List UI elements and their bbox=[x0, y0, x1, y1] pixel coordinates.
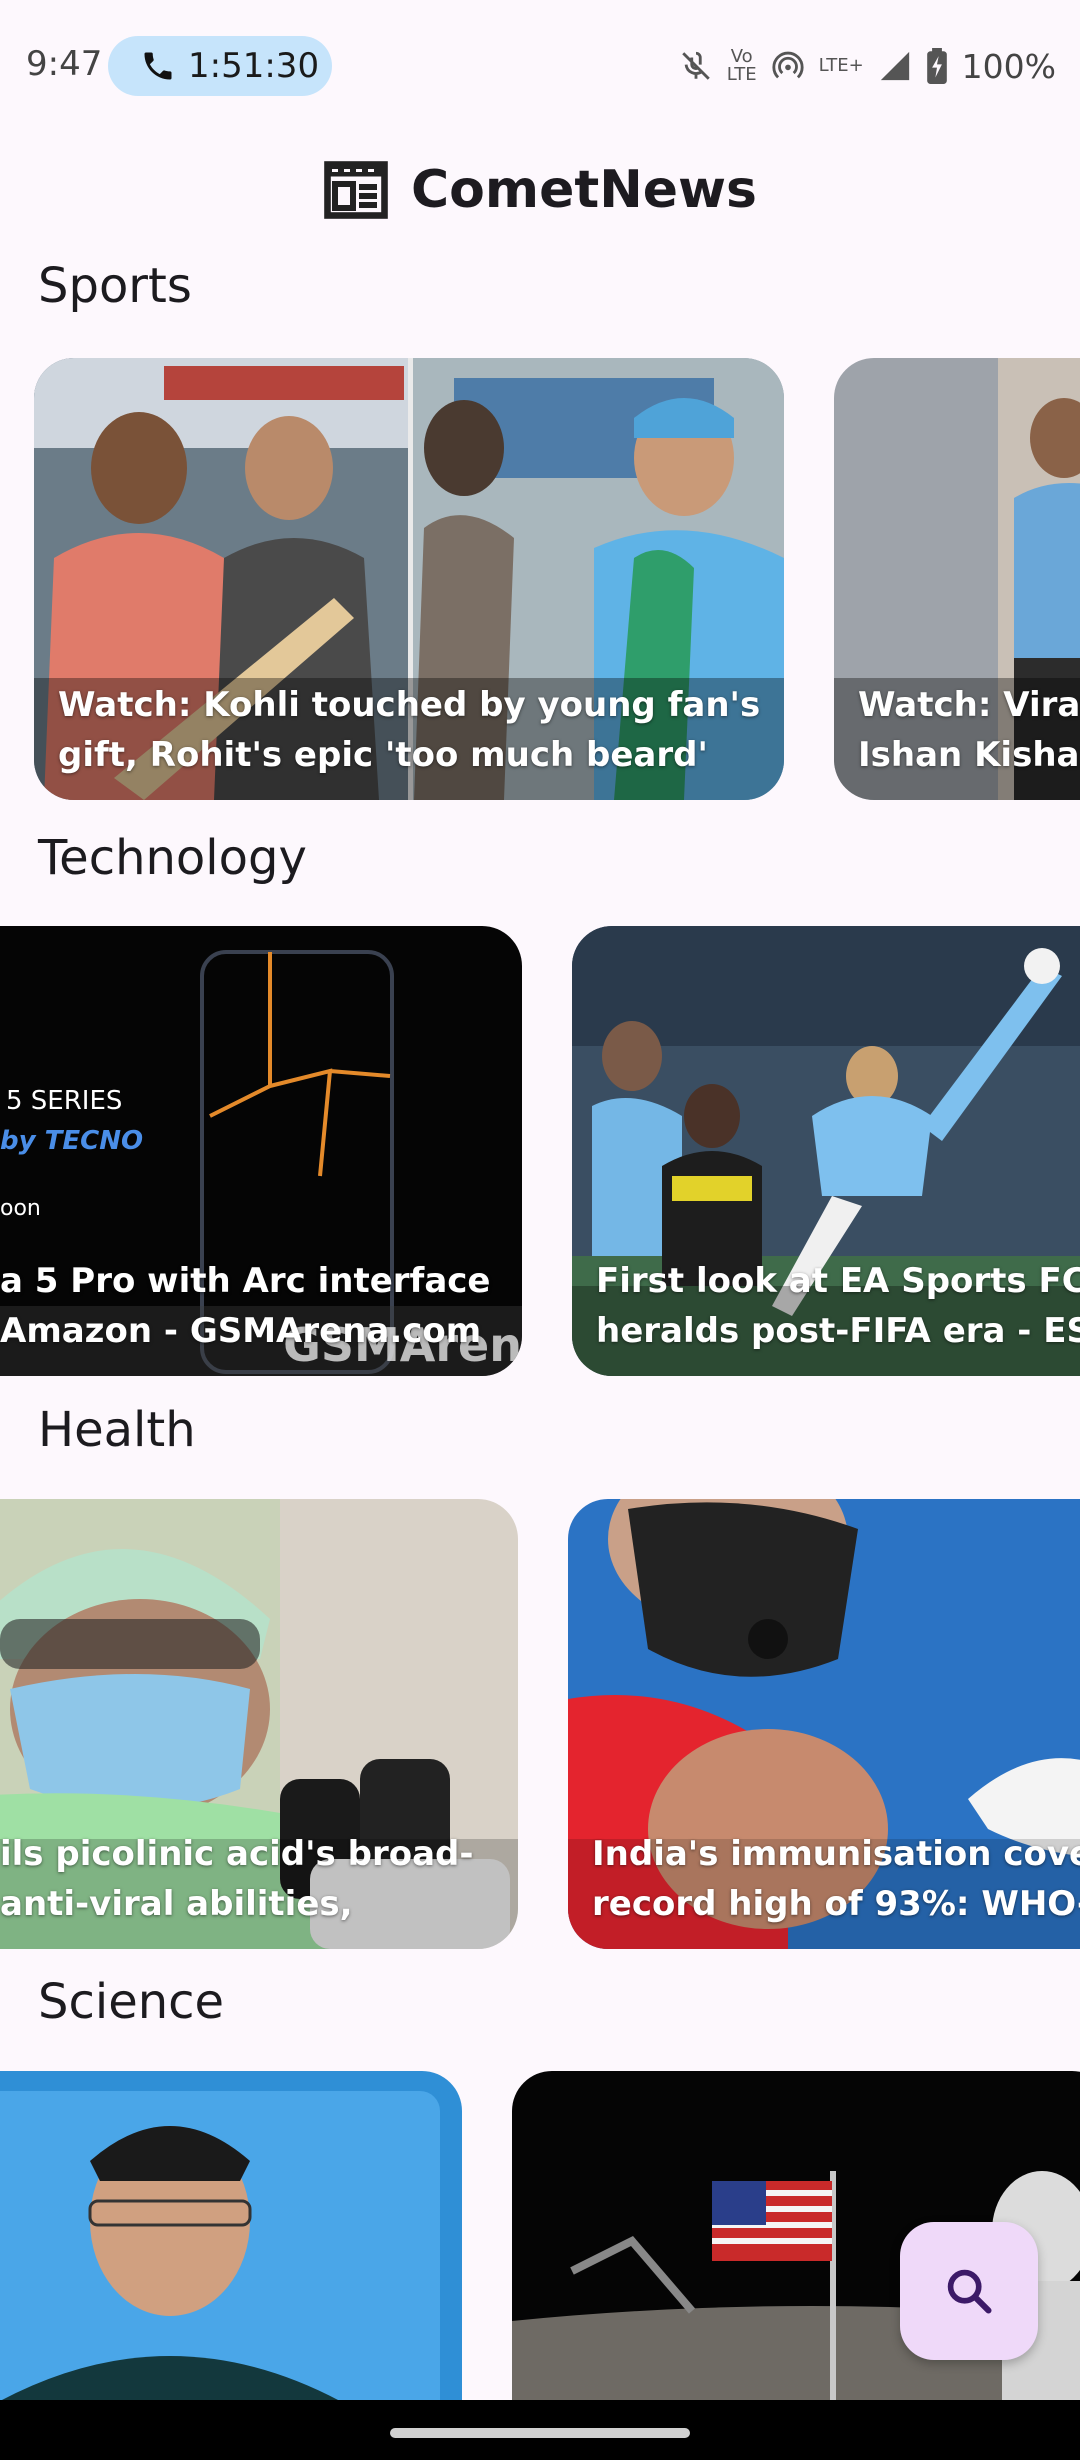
news-card[interactable]: Watch: Virat Ishan Kishan bbox=[834, 358, 1080, 800]
news-card[interactable] bbox=[0, 2071, 462, 2401]
phone-icon bbox=[144, 52, 172, 80]
news-card[interactable]: ils picolinic acid's broad- anti-viral a… bbox=[0, 1499, 518, 1949]
image-text: by TECNO bbox=[0, 1126, 144, 1156]
card-headline: ils picolinic acid's broad- anti-viral a… bbox=[0, 1834, 474, 1924]
sports-carousel[interactable]: Watch: Kohli touched by young fan's gift… bbox=[0, 358, 1080, 800]
news-card[interactable]: Watch: Kohli touched by young fan's gift… bbox=[34, 358, 784, 800]
card-headline: First look at EA Sports FC 24 heralds po… bbox=[596, 1261, 1080, 1351]
image-text: 5 SERIES bbox=[6, 1086, 123, 1116]
news-card[interactable]: 5 SERIES by TECNO oon GSMAren a 5 Pro wi… bbox=[0, 926, 522, 1376]
app-title: CometNews bbox=[411, 160, 757, 220]
app-header: CometNews bbox=[0, 150, 1080, 230]
card-headline: a 5 Pro with Arc interface Amazon - GSMA… bbox=[0, 1261, 491, 1351]
volte-indicator: Vo LTE bbox=[726, 46, 757, 85]
lte-indicator: LTE+ bbox=[818, 55, 864, 76]
section-title-health: Health bbox=[38, 1402, 196, 1458]
technology-carousel[interactable]: 5 SERIES by TECNO oon GSMAren a 5 Pro wi… bbox=[0, 926, 1080, 1376]
ongoing-call-chip[interactable]: 1:51:30 bbox=[108, 36, 332, 96]
card-headline: Watch: Virat Ishan Kishan bbox=[858, 685, 1080, 775]
news-card[interactable]: First look at EA Sports FC 24 heralds po… bbox=[572, 926, 1080, 1376]
battery-percent: 100% bbox=[961, 46, 1056, 86]
home-gesture-handle[interactable] bbox=[390, 2428, 690, 2438]
status-time: 9:47 bbox=[26, 44, 103, 84]
mute-icon bbox=[681, 51, 710, 80]
status-bar: 9:47 1:51:30 Vo LTE LTE+ 100% bbox=[0, 0, 1080, 130]
card-headline: Watch: Kohli touched by young fan's gift… bbox=[58, 685, 761, 775]
card-headline: India's immunisation cove record high of… bbox=[592, 1834, 1080, 1924]
image-text: oon bbox=[0, 1196, 41, 1221]
section-title-sports: Sports bbox=[38, 258, 192, 314]
battery-icon bbox=[926, 48, 947, 84]
newspaper-icon bbox=[324, 161, 388, 219]
search-fab[interactable] bbox=[900, 2222, 1038, 2360]
card-image bbox=[0, 2071, 462, 2401]
health-carousel[interactable]: ils picolinic acid's broad- anti-viral a… bbox=[0, 1499, 1080, 1949]
section-title-science: Science bbox=[38, 1974, 225, 2030]
signal-icon bbox=[880, 51, 909, 81]
call-timer: 1:51:30 bbox=[188, 46, 320, 86]
hotspot-icon bbox=[772, 51, 804, 79]
section-title-technology: Technology bbox=[38, 830, 307, 886]
search-icon bbox=[947, 2269, 992, 2314]
news-card[interactable]: India's immunisation cove record high of… bbox=[568, 1499, 1080, 1949]
